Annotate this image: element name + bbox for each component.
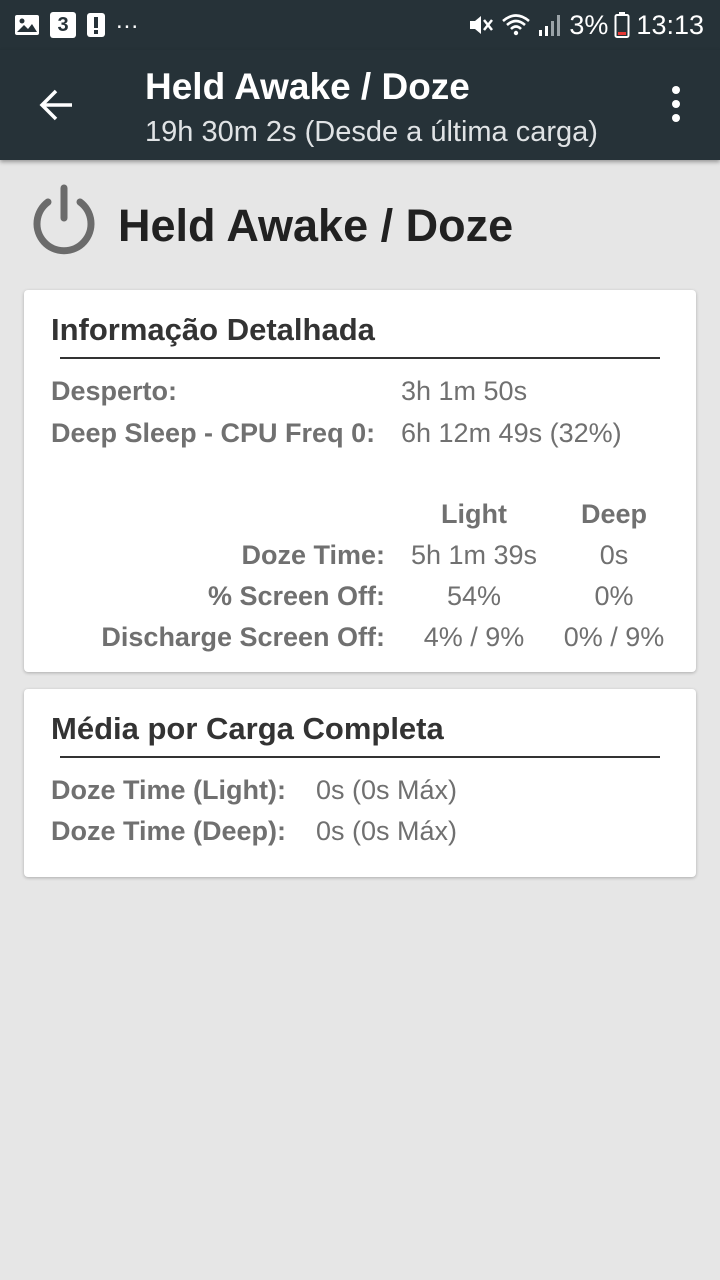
doze-deep-avg-value: 0s (0s Máx) xyxy=(316,816,458,846)
doze-time-deep: 0s xyxy=(599,540,629,570)
status-bar-notifications: 3 ... xyxy=(14,7,140,40)
page-header: Held Awake / Doze xyxy=(28,180,708,270)
column-header-deep: Deep xyxy=(580,499,648,529)
awake-label: Desperto: xyxy=(51,376,178,406)
status-bar-system: 3% 13:13 xyxy=(467,10,704,40)
battery-icon xyxy=(614,12,630,38)
column-header-light: Light xyxy=(441,499,507,529)
page-title: Held Awake / Doze xyxy=(118,200,514,251)
app-bar-subtitle: 19h 30m 2s (Desde a última carga) xyxy=(145,116,598,148)
divider xyxy=(60,357,660,359)
divider xyxy=(60,756,660,758)
app-bar-title: Held Awake / Doze xyxy=(145,66,470,107)
doze-light-avg-label: Doze Time (Light): xyxy=(51,775,286,805)
doze-time-light: 5h 1m 39s xyxy=(410,540,538,570)
doze-time-label: Doze Time: xyxy=(241,540,385,570)
detail-card-title: Informação Detalhada xyxy=(51,312,375,347)
more-notifications-indicator: ... xyxy=(116,7,140,34)
back-button[interactable] xyxy=(30,78,84,132)
overflow-menu-button[interactable] xyxy=(658,84,694,124)
discharge-screen-off-light: 4% / 9% xyxy=(423,622,525,652)
wifi-icon xyxy=(502,14,531,36)
screen-off-label: % Screen Off: xyxy=(207,581,385,611)
app-bar: Held Awake / Doze 19h 30m 2s (Desde a úl… xyxy=(0,50,720,160)
arrow-back-icon xyxy=(39,89,72,121)
mute-icon xyxy=(470,16,494,34)
detail-card: Informação Detalhada Desperto: 3h 1m 50s… xyxy=(24,290,696,672)
more-vert-icon xyxy=(672,86,680,122)
discharge-screen-off-deep: 0% / 9% xyxy=(563,622,665,652)
deep-sleep-label: Deep Sleep - CPU Freq 0: xyxy=(51,418,376,448)
alert-icon xyxy=(87,13,105,37)
doze-deep-avg-label: Doze Time (Deep): xyxy=(51,816,287,846)
average-card-title: Média por Carga Completa xyxy=(51,711,444,746)
notification-count-badge: 3 xyxy=(50,12,76,38)
discharge-screen-off-label: Discharge Screen Off: xyxy=(101,622,385,652)
average-card: Média por Carga Completa Doze Time (Ligh… xyxy=(24,689,696,877)
awake-value: 3h 1m 50s xyxy=(401,376,528,406)
doze-light-avg-value: 0s (0s Máx) xyxy=(316,775,458,805)
power-icon xyxy=(33,184,95,255)
battery-percent: 3% xyxy=(569,9,609,40)
screen-off-deep: 0% xyxy=(594,581,634,611)
status-bar: 3 ... 3% 13:13 xyxy=(0,0,720,50)
deep-sleep-value: 6h 12m 49s (32%) xyxy=(401,418,622,448)
signal-icon xyxy=(539,15,561,36)
gallery-icon xyxy=(15,15,39,35)
clock: 13:13 xyxy=(636,9,704,40)
screen-off-light: 54% xyxy=(446,581,502,611)
